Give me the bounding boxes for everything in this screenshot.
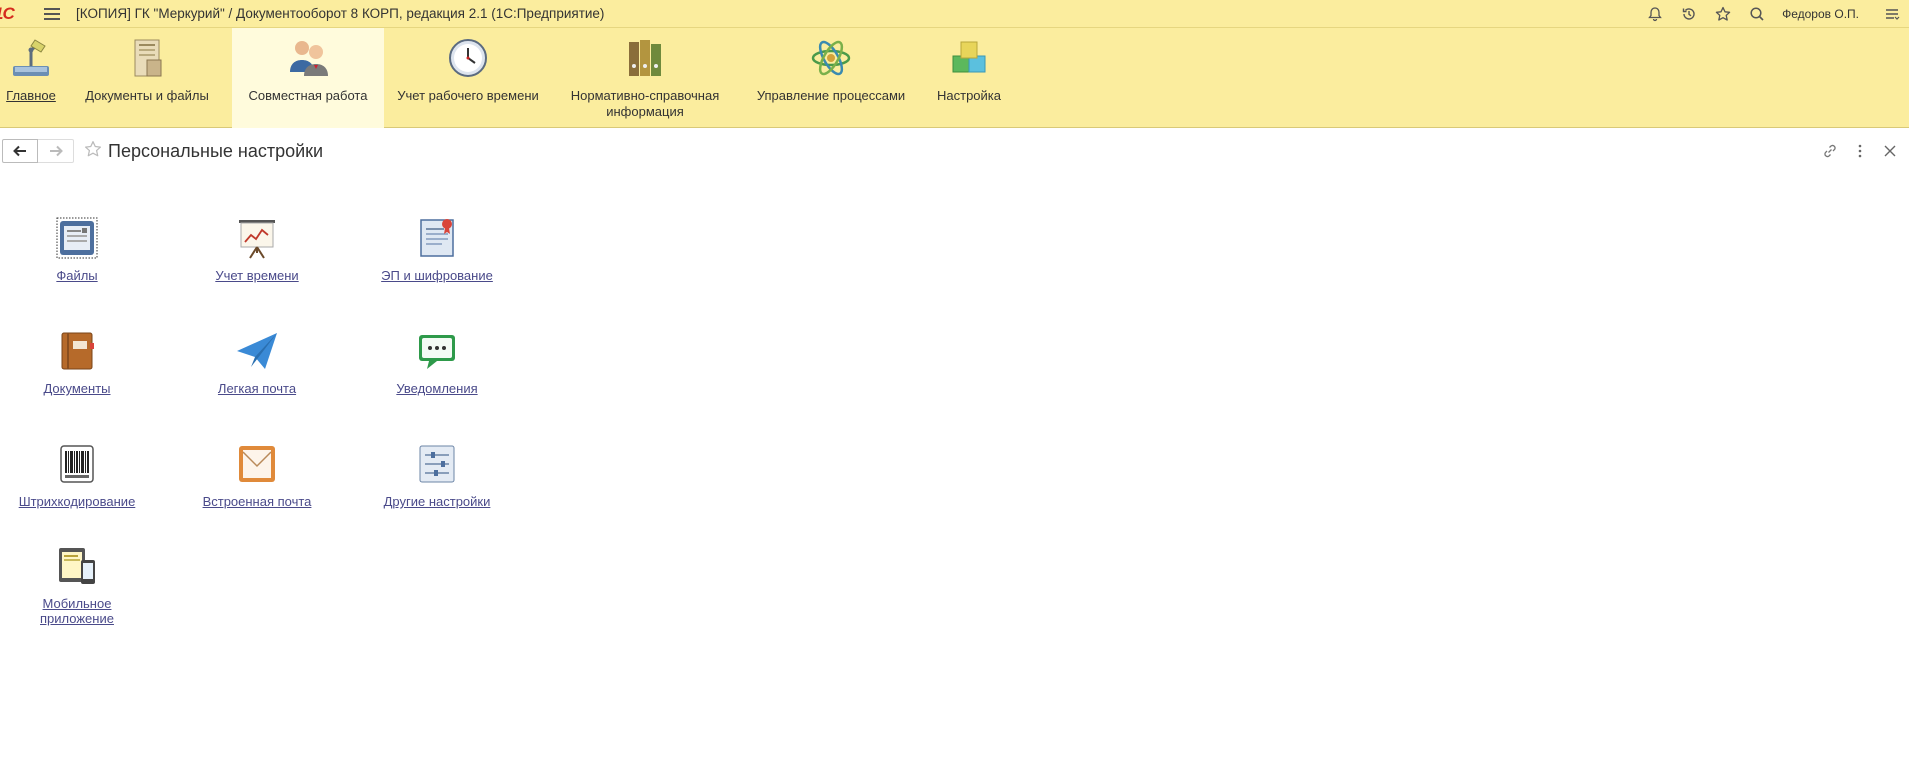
settings-item-documents[interactable]: Документы: [2, 329, 152, 396]
people-icon: [286, 36, 330, 80]
documents-box-icon: [125, 36, 169, 80]
section-collaboration[interactable]: Совместная работа: [232, 28, 384, 128]
title-bar: 1С [КОПИЯ] ГК "Меркурий" / Документообор…: [0, 0, 1909, 28]
forward-button[interactable]: [38, 139, 74, 163]
settings-item-built-in-mail[interactable]: Встроенная почта: [182, 442, 332, 509]
history-icon[interactable]: [1672, 0, 1706, 28]
favorite-star-icon[interactable]: [84, 140, 102, 163]
barcode-icon: [55, 442, 99, 486]
settings-item-signature-encryption[interactable]: ЭП и шифрование: [362, 216, 512, 283]
chat-bubble-icon: [415, 329, 459, 373]
main-menu-icon[interactable]: [44, 7, 60, 20]
section-time-tracking[interactable]: Учет рабочего времени: [384, 28, 552, 128]
settings-item-other-settings[interactable]: Другие настройки: [362, 442, 512, 509]
user-name[interactable]: Федоров О.П.: [1782, 7, 1859, 21]
cubes-icon: [947, 36, 991, 80]
section-process-management[interactable]: Управление процессами: [738, 28, 924, 128]
app-title: [КОПИЯ] ГК "Меркурий" / Документооборот …: [76, 6, 605, 21]
bell-icon[interactable]: [1638, 0, 1672, 28]
notebook-icon: [55, 329, 99, 373]
section-settings[interactable]: Настройка: [924, 28, 1014, 128]
envelope-icon: [235, 442, 279, 486]
file-card-icon: [55, 216, 99, 260]
app-logo[interactable]: 1С: [0, 0, 30, 28]
certificate-icon: [415, 216, 459, 260]
atom-icon: [809, 36, 853, 80]
star-icon[interactable]: [1706, 0, 1740, 28]
clock-icon: [446, 36, 490, 80]
page-title: Персональные настройки: [108, 140, 324, 161]
back-button[interactable]: [2, 139, 38, 163]
mobile-devices-icon: [55, 544, 99, 588]
binders-icon: [623, 36, 667, 80]
sections-panel: Главное Документы и файлы Совместная раб…: [0, 28, 1909, 128]
link-icon[interactable]: [1815, 136, 1845, 166]
paper-plane-icon: [235, 329, 279, 373]
section-documents-files[interactable]: Документы и файлы: [62, 28, 232, 128]
section-reference-info[interactable]: Нормативно-справочная информация: [552, 28, 738, 128]
menu-lines-icon[interactable]: [1875, 0, 1909, 28]
settings-item-time-tracking[interactable]: Учет времени: [182, 216, 332, 283]
arrow-left-icon: [13, 145, 26, 157]
presentation-chart-icon: [235, 216, 279, 260]
close-icon[interactable]: [1875, 136, 1905, 166]
settings-item-barcoding[interactable]: Штрихкодирование: [2, 442, 152, 509]
section-main[interactable]: Главное: [0, 28, 62, 128]
arrow-right-icon: [49, 145, 63, 157]
settings-item-light-mail[interactable]: Легкая почта: [182, 329, 332, 396]
form-header: Персональные настройки: [0, 136, 1909, 166]
settings-item-mobile-app[interactable]: Мобильное приложение: [2, 544, 152, 626]
settings-item-notifications[interactable]: Уведомления: [362, 329, 512, 396]
desk-lamp-icon: [9, 36, 53, 80]
more-actions-icon[interactable]: [1845, 136, 1875, 166]
settings-item-files[interactable]: Файлы: [2, 216, 152, 283]
search-icon[interactable]: [1740, 0, 1774, 28]
sliders-icon: [415, 442, 459, 486]
